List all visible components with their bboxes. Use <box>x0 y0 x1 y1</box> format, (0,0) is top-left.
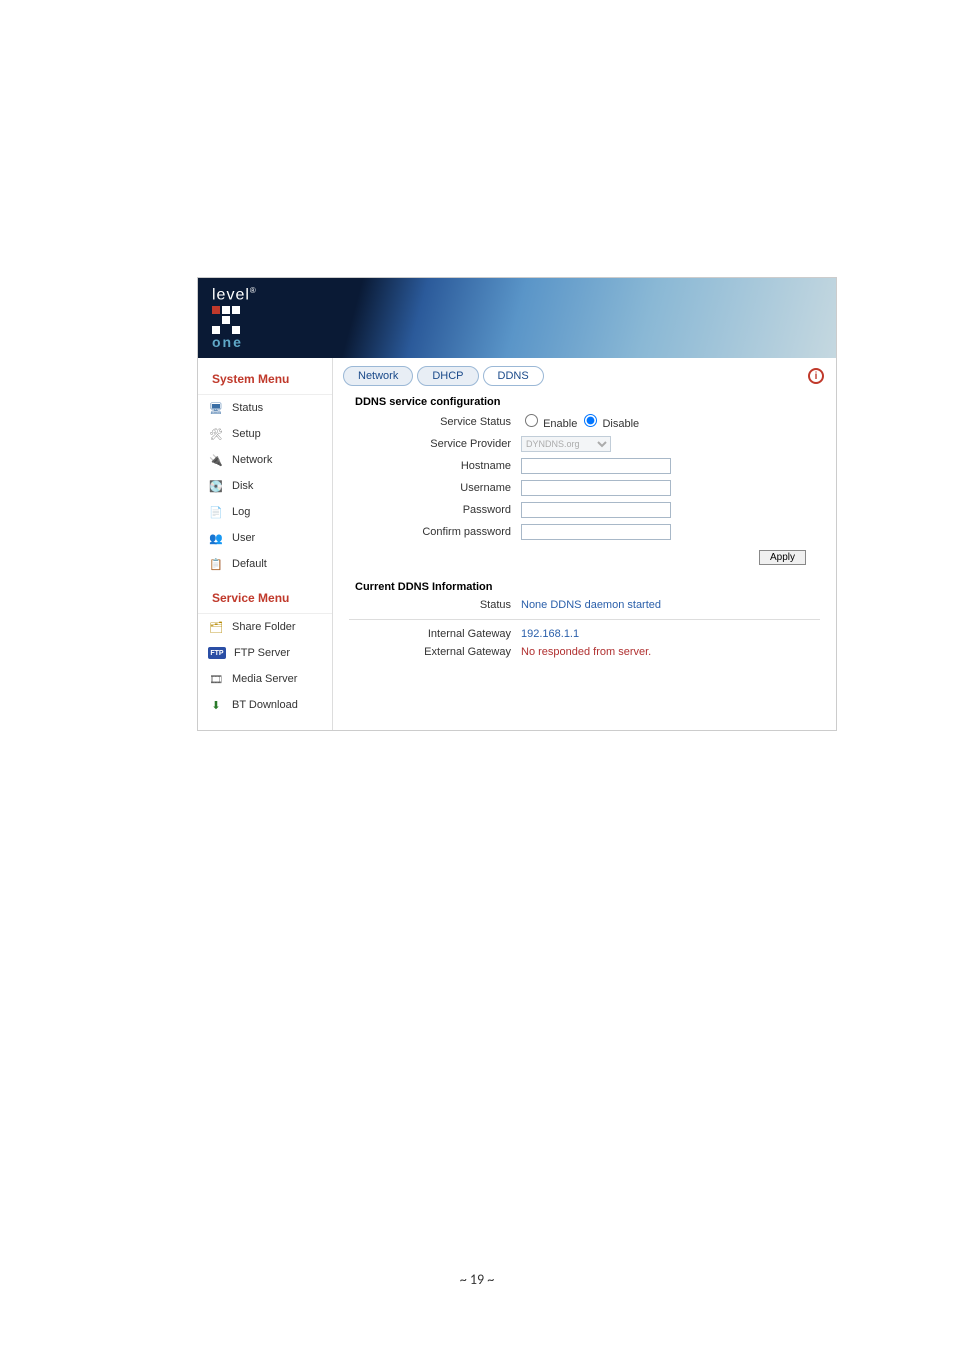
tab-dhcp[interactable]: DHCP <box>417 366 478 386</box>
sidebar: System Menu 🖥 Status 🛠 Setup 🔌 Network 💽 Dis… <box>198 358 333 730</box>
users-icon: 👥 <box>208 530 224 546</box>
sidebar-item-label: Network <box>232 454 272 466</box>
provider-select[interactable]: DYNDNS.org <box>521 436 611 452</box>
confirm-password-label: Confirm password <box>345 522 515 542</box>
sidebar-item-label: User <box>232 532 255 544</box>
sidebar-item-disk[interactable]: 💽 Disk <box>198 473 332 499</box>
logo-sub: one <box>212 334 822 350</box>
sidebar-item-default[interactable]: 📋 Default <box>198 551 332 577</box>
header-banner: level® one <box>198 278 836 358</box>
enable-radio[interactable] <box>525 414 538 427</box>
sidebar-item-user[interactable]: 👥 User <box>198 525 332 551</box>
sidebar-item-label: Log <box>232 506 250 518</box>
media-icon: 🎞 <box>208 671 224 687</box>
hostname-label: Hostname <box>345 456 515 476</box>
sidebar-item-share[interactable]: 🗂 Share Folder <box>198 614 332 640</box>
hostname-input[interactable] <box>521 458 671 474</box>
disk-icon: 💽 <box>208 478 224 494</box>
status-label: Status <box>345 597 515 613</box>
default-icon: 📋 <box>208 556 224 572</box>
ftp-icon: FTP <box>208 647 226 659</box>
sidebar-item-network[interactable]: 🔌 Network <box>198 447 332 473</box>
sidebar-item-ftp[interactable]: FTP FTP Server <box>198 640 332 666</box>
sidebar-item-label: Disk <box>232 480 253 492</box>
enable-label: Enable <box>543 418 577 430</box>
sidebar-item-media[interactable]: 🎞 Media Server <box>198 666 332 692</box>
sidebar-item-label: Share Folder <box>232 621 296 633</box>
username-input[interactable] <box>521 480 671 496</box>
sidebar-item-label: FTP Server <box>234 647 290 659</box>
password-label: Password <box>345 500 515 520</box>
sidebar-item-label: Media Server <box>232 673 297 685</box>
ddns-info-title: Current DDNS Information <box>355 581 826 593</box>
monitor-icon: 🖥 <box>208 400 224 416</box>
ddns-config-title: DDNS service configuration <box>355 396 826 408</box>
logo-grid-icon <box>212 306 822 334</box>
sidebar-item-label: BT Download <box>232 699 298 711</box>
download-icon: ⬇ <box>208 697 224 713</box>
admin-screenshot: level® one System Menu 🖥 Status 🛠 Setup 🔌 N… <box>197 277 837 731</box>
sidebar-item-bt[interactable]: ⬇ BT Download <box>198 692 332 718</box>
password-input[interactable] <box>521 502 671 518</box>
system-menu-head: System Menu <box>198 366 332 395</box>
status-value: None DDNS daemon started <box>517 597 824 613</box>
tab-ddns[interactable]: DDNS <box>483 366 544 386</box>
folder-icon: 🗂 <box>208 619 224 635</box>
log-icon: 📄 <box>208 504 224 520</box>
internal-gateway-value: 192.168.1.1 <box>517 626 824 642</box>
sidebar-item-setup[interactable]: 🛠 Setup <box>198 421 332 447</box>
sidebar-item-label: Status <box>232 402 263 414</box>
external-gateway-value: No responded from server. <box>517 644 824 660</box>
confirm-password-input[interactable] <box>521 524 671 540</box>
apply-button[interactable]: Apply <box>759 550 806 565</box>
disable-radio[interactable] <box>584 414 597 427</box>
disable-label: Disable <box>602 418 639 430</box>
logo-reg: ® <box>250 286 256 295</box>
tab-network[interactable]: Network <box>343 366 413 386</box>
tools-icon: 🛠 <box>208 426 224 442</box>
sidebar-item-log[interactable]: 📄 Log <box>198 499 332 525</box>
page-number: ~ 19 ~ <box>0 1271 954 1288</box>
sidebar-item-label: Default <box>232 558 267 570</box>
tabs: Network DHCP DDNS <box>343 366 826 386</box>
service-status-label: Service Status <box>345 412 515 432</box>
sidebar-item-status[interactable]: 🖥 Status <box>198 395 332 421</box>
service-provider-label: Service Provider <box>345 434 515 454</box>
ddns-config-form: Service Status Enable Disable Service Pr… <box>343 410 826 544</box>
external-gateway-label: External Gateway <box>345 644 515 660</box>
logo: level® one <box>212 286 822 350</box>
username-label: Username <box>345 478 515 498</box>
info-icon[interactable]: i <box>808 368 824 384</box>
content-area: Network DHCP DDNS i DDNS service configu… <box>333 358 836 730</box>
service-menu-head: Service Menu <box>198 585 332 614</box>
ddns-info-table: Status None DDNS daemon started Internal… <box>343 595 826 662</box>
sidebar-item-label: Setup <box>232 428 261 440</box>
internal-gateway-label: Internal Gateway <box>345 626 515 642</box>
logo-brand: level <box>212 286 250 303</box>
network-icon: 🔌 <box>208 452 224 468</box>
